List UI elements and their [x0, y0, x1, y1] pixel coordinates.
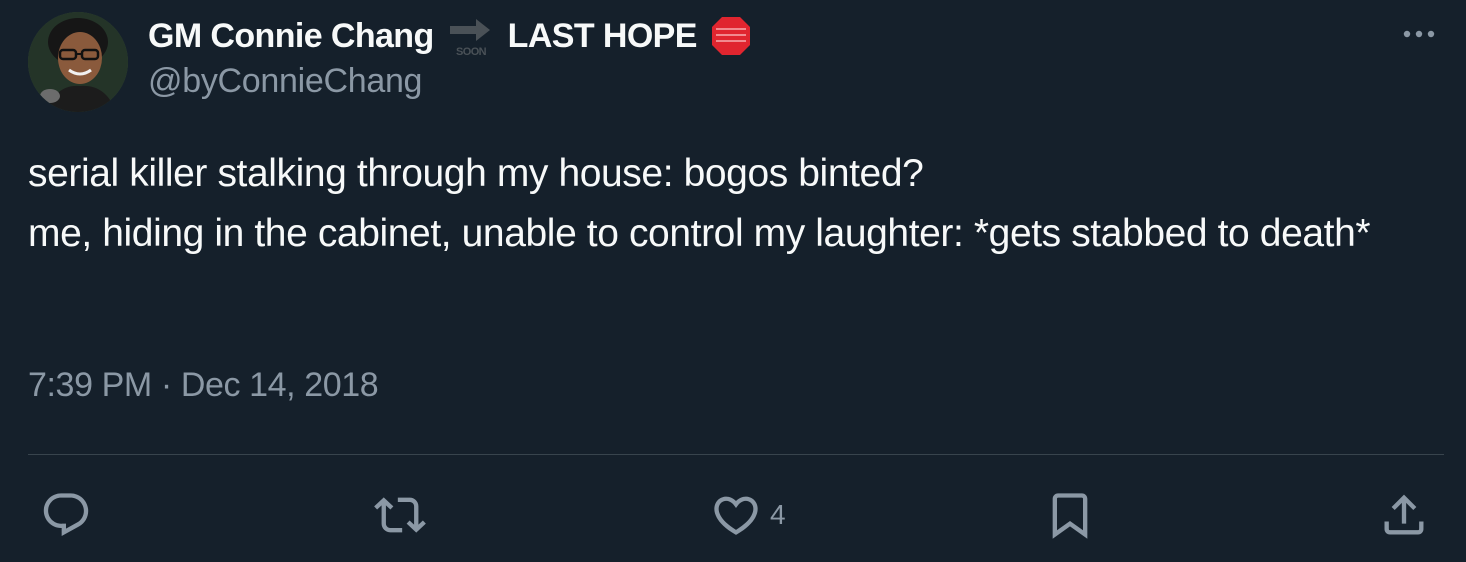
display-name-part2: LAST HOPE — [507, 16, 698, 55]
like-count: 4 — [770, 499, 786, 530]
stop-sign-icon — [709, 14, 753, 58]
soon-label: SOON — [456, 46, 487, 58]
reply-button[interactable] — [40, 488, 92, 542]
divider — [28, 454, 1444, 455]
tweet-timestamp[interactable]: 7:39 PM · Dec 14, 2018 — [28, 366, 379, 405]
share-button[interactable] — [1378, 488, 1430, 542]
heart-icon — [714, 496, 758, 535]
more-icon — [1403, 30, 1435, 38]
retweet-icon — [374, 497, 426, 533]
bookmark-icon — [1052, 493, 1088, 539]
avatar[interactable] — [28, 12, 128, 112]
user-handle[interactable]: @byConnieChang — [148, 62, 422, 101]
tweet-time: 7:39 PM — [28, 366, 152, 404]
display-name-part1: GM Connie Chang — [148, 16, 434, 55]
bookmark-button[interactable] — [1044, 488, 1096, 542]
display-name[interactable]: GM Connie Chang SOON LAST HOPE — [148, 14, 753, 58]
tweet-text: serial killer stalking through my house:… — [28, 152, 1371, 255]
timestamp-separator: · — [160, 366, 172, 404]
retweet-button[interactable] — [372, 488, 428, 542]
more-options-button[interactable] — [1398, 22, 1440, 46]
tweet-date: Dec 14, 2018 — [180, 366, 379, 404]
like-button[interactable]: 4 — [710, 488, 786, 542]
reply-icon — [43, 493, 89, 537]
avatar-photo — [28, 12, 128, 112]
soon-arrow-icon: SOON — [442, 14, 500, 58]
share-icon — [1384, 494, 1424, 535]
tweet-card: GM Connie Chang SOON LAST HOPE @byConnie… — [0, 0, 1466, 562]
